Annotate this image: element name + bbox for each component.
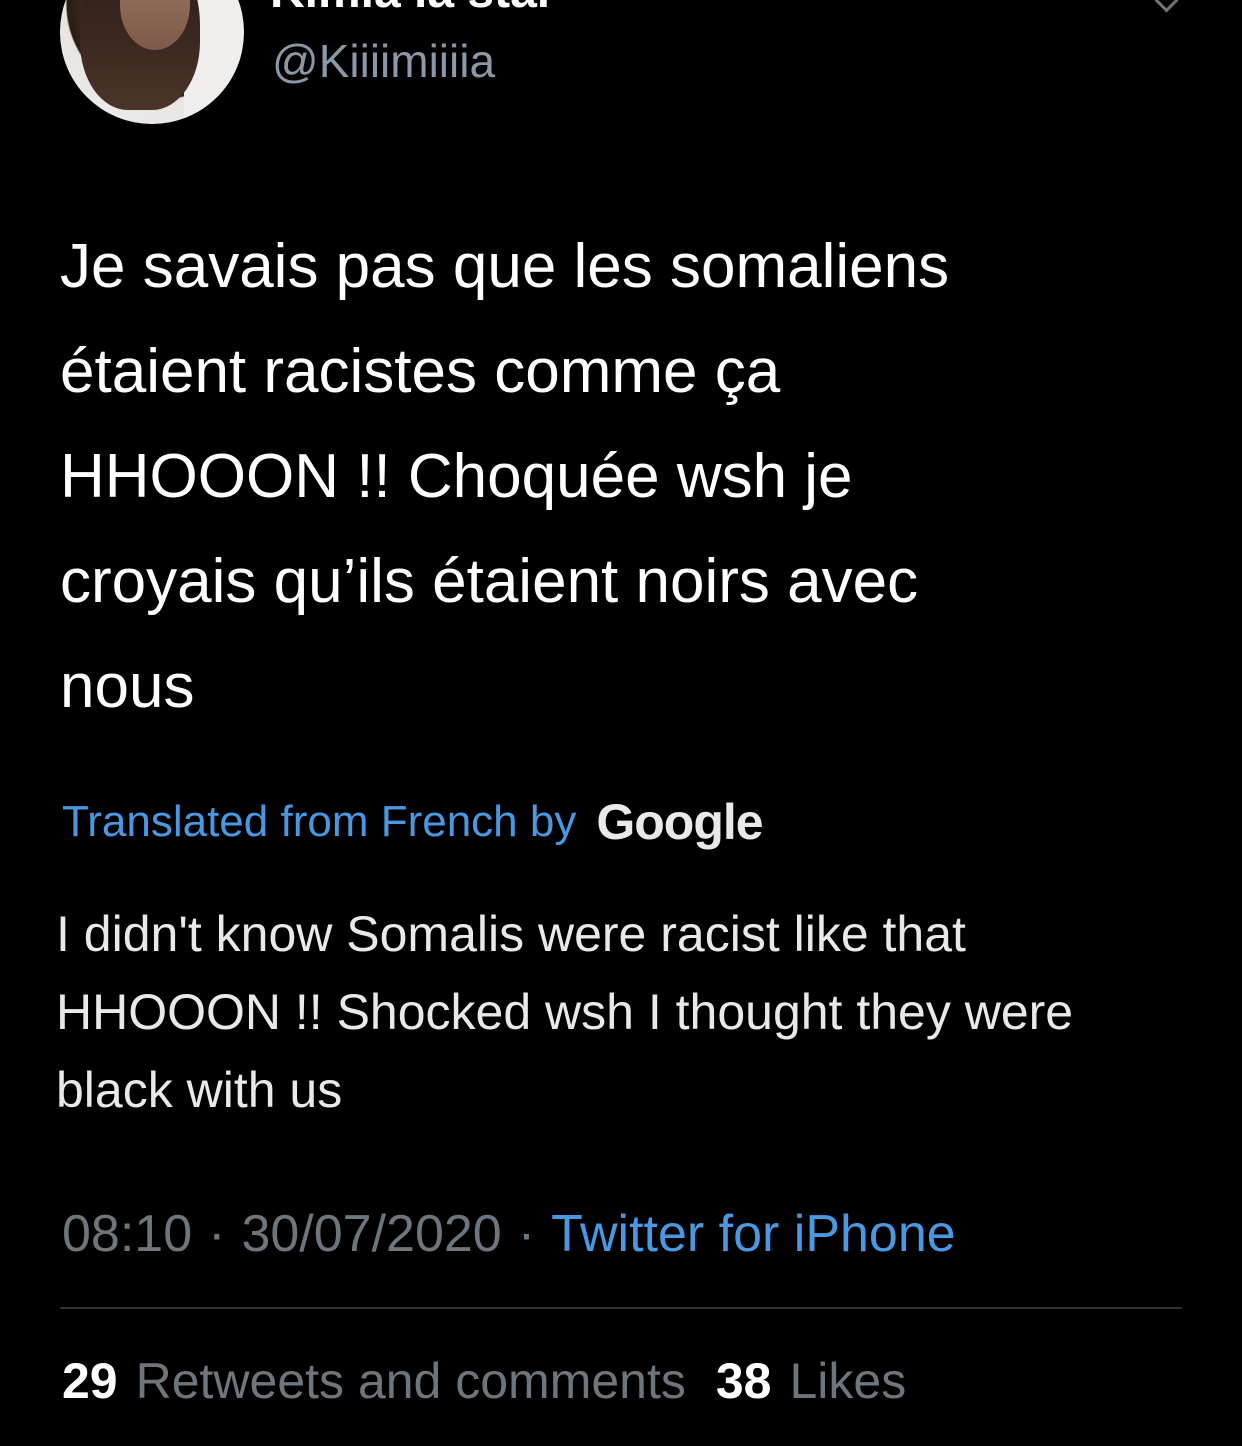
meta-separator: ·: [517, 1205, 536, 1263]
tweet-source-link[interactable]: Twitter for iPhone: [551, 1204, 956, 1264]
tweet-stats: 29 Retweets and comments 38 Likes: [62, 1346, 936, 1416]
tweet-header: Kimia la star TM @Kiiiimiiiia: [0, 0, 1242, 130]
translation-label[interactable]: Translated from French by: [62, 797, 576, 847]
tweet-metadata: 08:10 · 30/07/2020 · Twitter for iPhone: [62, 1196, 956, 1272]
avatar[interactable]: [60, 0, 244, 124]
retweets-count[interactable]: 29: [62, 1352, 118, 1410]
author-name-suffix: TM: [598, 0, 656, 9]
retweets-label[interactable]: Retweets and comments: [136, 1352, 686, 1410]
translated-text: I didn't know Somalis were racist like t…: [56, 906, 1074, 1118]
tweet-text: Je savais pas que les somaliens étaient …: [60, 232, 950, 721]
tweet-time: 08:10: [62, 1205, 193, 1263]
chevron-down-icon[interactable]: [1154, 0, 1179, 13]
meta-separator: ·: [208, 1205, 226, 1263]
likes-label[interactable]: Likes: [790, 1352, 907, 1410]
tweet-date: 30/07/2020: [241, 1205, 502, 1263]
author-display-name[interactable]: Kimia la star: [270, 0, 555, 19]
divider: [60, 1307, 1182, 1309]
translation-attribution: Translated from French by Google: [62, 790, 764, 854]
google-logo: Google: [596, 794, 763, 850]
author-handle[interactable]: @Kiiiimiiiia: [272, 34, 495, 88]
likes-count[interactable]: 38: [716, 1352, 772, 1410]
